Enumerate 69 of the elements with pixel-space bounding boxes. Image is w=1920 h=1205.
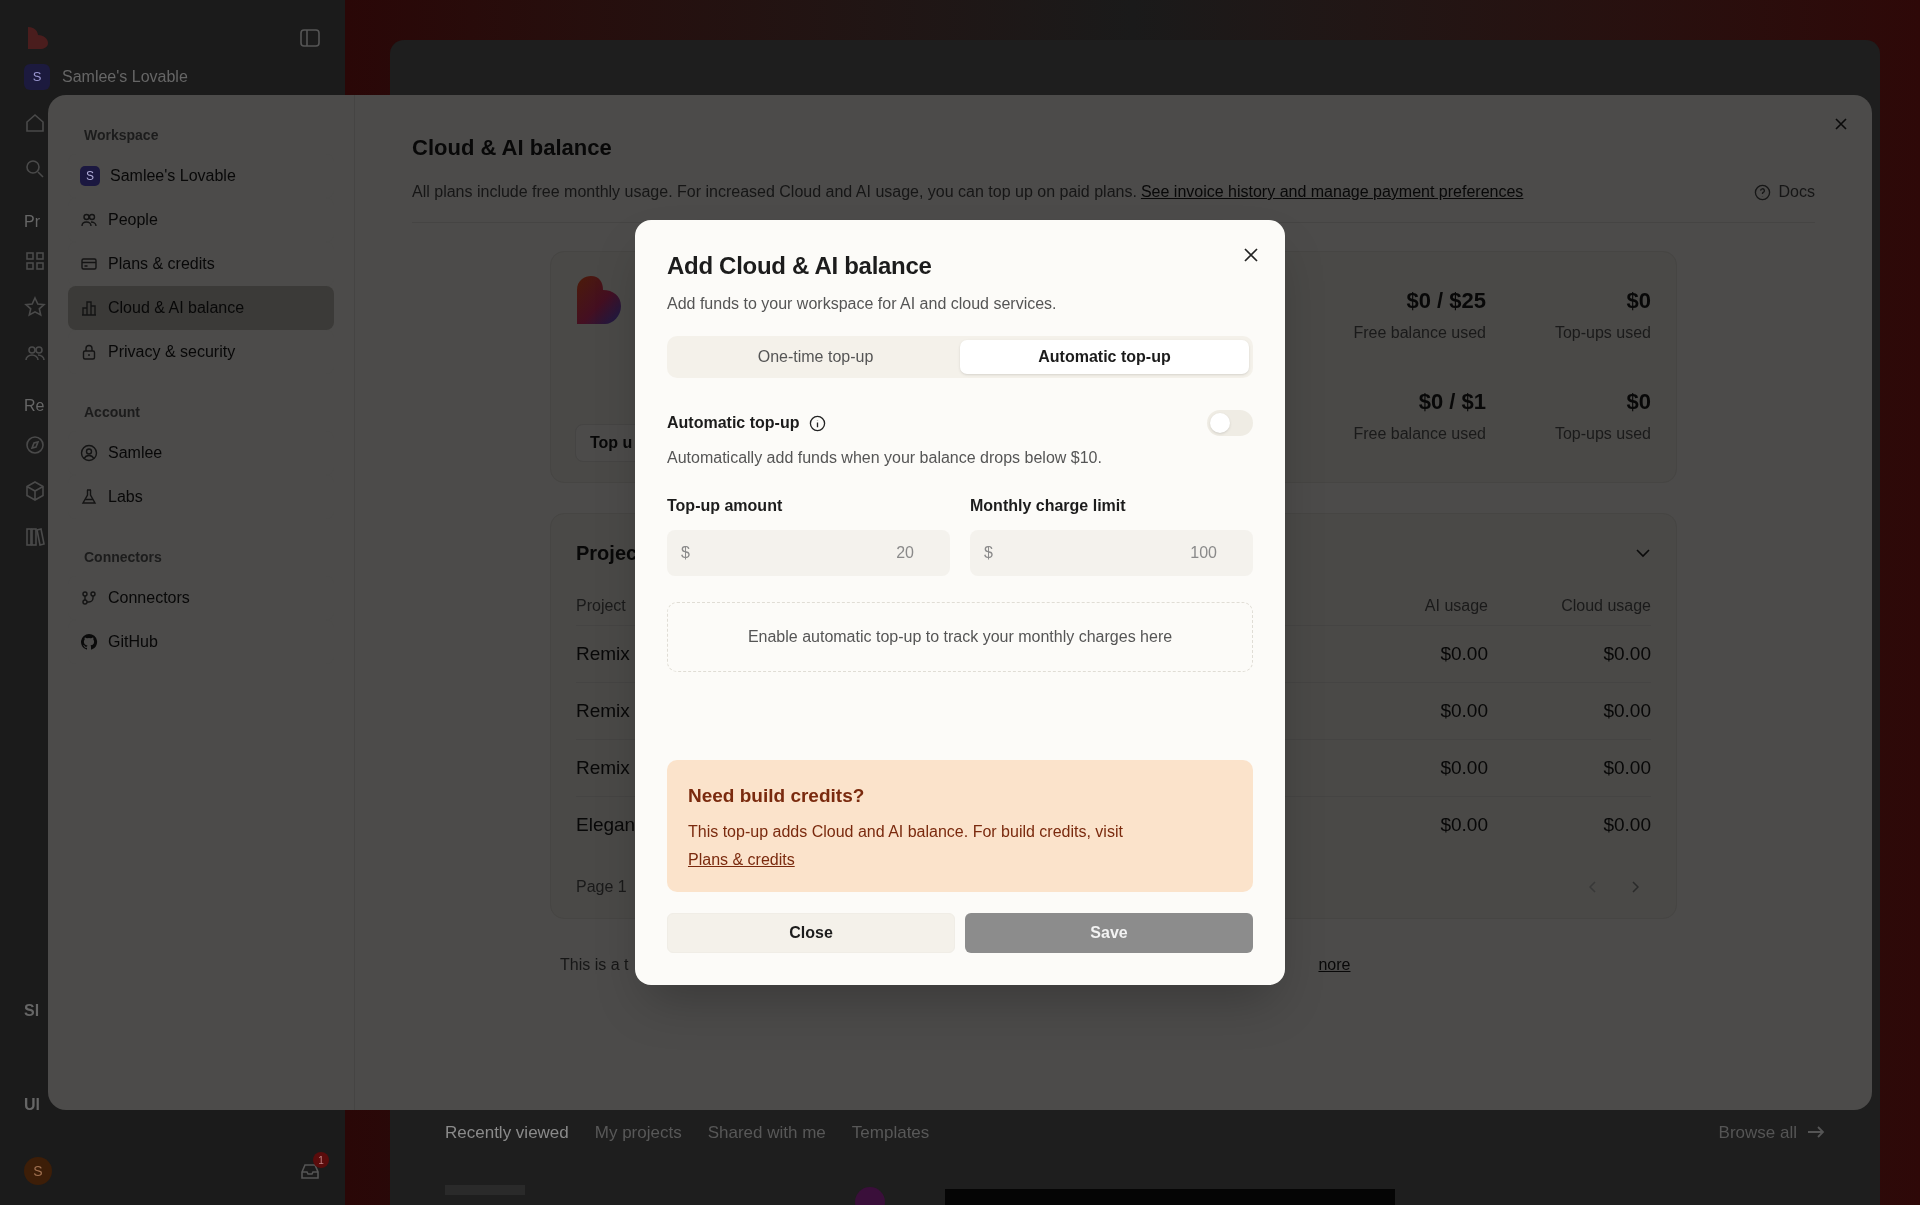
table-cell-text: $0.00	[1602, 813, 1651, 838]
section-label: Pr	[24, 212, 40, 232]
tab[interactable]: My projects	[594, 1119, 682, 1145]
cube-icon[interactable]	[24, 480, 46, 502]
lock-icon	[80, 343, 98, 361]
tab[interactable]: Templates	[851, 1119, 930, 1145]
invoice-history-link[interactable]: See invoice history and manage payment preferences	[1140, 180, 1524, 204]
plans-credits-link[interactable]: Plans & credits	[688, 848, 795, 872]
dialog-title: Add Cloud & AI balance	[667, 251, 932, 281]
close-button[interactable]: Close	[667, 913, 955, 953]
tab[interactable]: Recently viewed	[445, 1119, 569, 1145]
table-cell-text: $0.00	[1439, 698, 1488, 723]
grid-icon[interactable]	[24, 250, 46, 272]
sidebar-toggle-icon[interactable]	[299, 27, 321, 49]
callout-text: This top-up adds Cloud and AI balance. For build credits, visit	[688, 822, 1124, 842]
amount-field[interactable]: $ 100	[970, 530, 1253, 576]
notification-badge: 1	[313, 1152, 329, 1168]
table-cell-text: $0.00	[1602, 641, 1651, 666]
sidebar-card-title: Ul	[24, 1095, 41, 1115]
workspace-avatar[interactable]: S	[24, 64, 50, 90]
search-icon[interactable]	[24, 158, 46, 180]
chevron-down-icon[interactable]	[1635, 548, 1651, 558]
amount-field[interactable]: $ 20	[667, 530, 950, 576]
setting-label: Automatic top-up	[667, 413, 800, 433]
tab[interactable]: Automatic top-up	[960, 340, 1249, 374]
workspace-avatar: S	[80, 166, 100, 186]
balance-amount: $0 / $25	[1406, 287, 1486, 315]
library-icon[interactable]	[24, 526, 46, 548]
compass-icon[interactable]	[24, 434, 46, 456]
arrow-right-icon	[1807, 1125, 1825, 1140]
tab[interactable]: Shared with me	[707, 1119, 826, 1145]
balance-amount: $0 / $1	[1418, 388, 1486, 416]
field-label: Top-up amount	[667, 496, 784, 516]
star-icon[interactable]	[24, 296, 46, 318]
dialog-subtitle: Add funds to your workspace for AI and cloud services.	[667, 294, 1058, 314]
credit-card-icon	[80, 255, 98, 273]
balance-amount: $0	[1626, 388, 1651, 416]
user-avatar[interactable]: S	[24, 1157, 52, 1185]
project-thumbnail[interactable]	[945, 1189, 1395, 1205]
close-icon[interactable]	[1243, 247, 1259, 263]
section-label: Re	[24, 396, 45, 416]
table-cell-text: $0.00	[1439, 755, 1488, 780]
table-cell-text: $0.00	[1602, 698, 1651, 723]
github-icon	[80, 633, 98, 651]
table-cell-text: $0.00	[1602, 755, 1651, 780]
workspace-name[interactable]: Samlee's Lovable	[62, 65, 188, 89]
balance-amount: $0	[1626, 287, 1651, 315]
empty-state-note: Enable automatic top-up to track your monthly charges here	[667, 602, 1253, 672]
user-circle-icon	[80, 444, 98, 462]
flask-icon	[80, 488, 98, 506]
table-cell-text: $0.00	[1439, 813, 1488, 838]
people-icon	[80, 211, 98, 229]
chevron-right-icon[interactable]	[1631, 881, 1639, 893]
help-icon	[1753, 183, 1771, 201]
callout-title: Need build credits?	[688, 783, 866, 808]
sidebar-card-title: Sl	[24, 1001, 41, 1021]
connectors-icon	[80, 589, 98, 607]
table-cell-text: $0.00	[1439, 641, 1488, 666]
tab[interactable]: One-time top-up	[671, 340, 960, 374]
bar-chart-icon	[80, 299, 98, 317]
home-icon[interactable]	[24, 112, 46, 134]
heart-logo-icon	[575, 276, 621, 324]
page-title: Cloud & AI balance	[412, 134, 613, 162]
info-icon[interactable]	[809, 414, 827, 432]
section-title: Projec	[576, 541, 638, 566]
toggle-switch[interactable]	[1207, 410, 1253, 436]
setting-description: Automatically add funds when your balance drops below $10.	[667, 448, 1103, 468]
learn-more-link[interactable]: nore	[1318, 953, 1351, 977]
field-label: Monthly charge limit	[970, 496, 1127, 516]
